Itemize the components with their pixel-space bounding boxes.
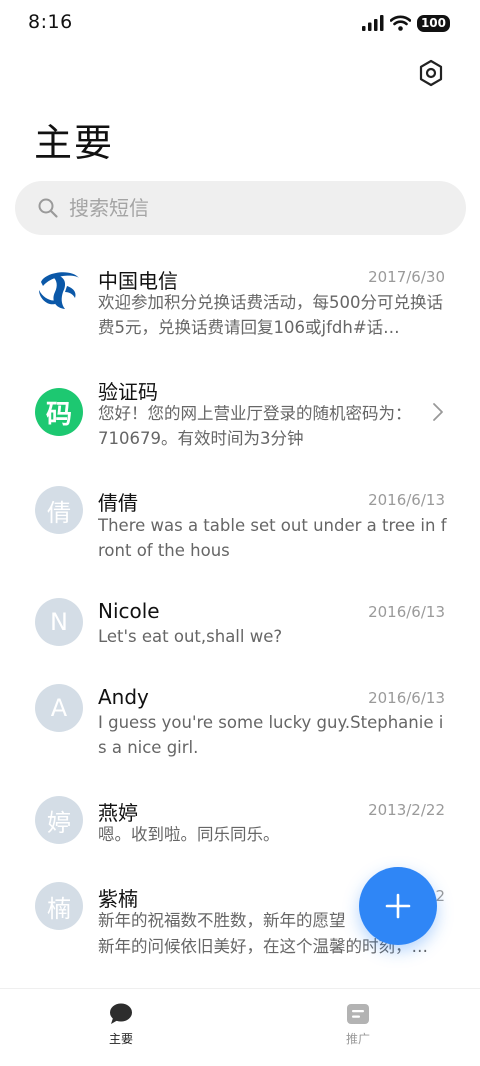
conversation-date: 2016/6/13	[368, 689, 445, 707]
conversation-preview: 嗯。收到啦。同乐同乐。	[98, 825, 280, 844]
settings-hexagon-icon	[419, 59, 443, 87]
conversation-item[interactable]: 码 验证码 您好！您的网上营业厅登录的随机密码为：710679。有效时间为3分钟	[0, 362, 480, 462]
battery-indicator: 100	[416, 14, 450, 32]
conversation-preview: I guess you're some lucky guy.Stephanie …	[98, 713, 444, 757]
chevron-right-icon[interactable]	[432, 402, 444, 422]
conversation-preview: Let's eat out,shall we?	[98, 627, 283, 646]
page-title: 主要	[34, 121, 115, 165]
plus-icon	[385, 893, 411, 919]
status-time: 8:16	[28, 11, 73, 33]
bottom-nav: 主要 推广	[0, 988, 480, 1066]
avatar: 码	[35, 388, 83, 436]
status-icons: 100	[361, 13, 450, 33]
conversation-item[interactable]: N Nicole 2016/6/13 Let's eat out,shall w…	[0, 586, 480, 661]
compose-button[interactable]	[359, 867, 437, 945]
search-bar[interactable]	[15, 181, 466, 235]
search-icon	[38, 198, 58, 218]
conversation-item[interactable]: 婷 燕婷 2013/2/22 嗯。收到啦。同乐同乐。	[0, 784, 480, 859]
conversation-date: 2017/6/30	[368, 268, 445, 286]
avatar: A	[35, 684, 83, 732]
avatar: N	[35, 598, 83, 646]
status-bar: 8:16 100	[0, 0, 480, 46]
conversation-name: Andy	[98, 685, 149, 709]
telecom-logo-icon	[36, 265, 82, 311]
search-input[interactable]	[69, 196, 429, 220]
avatar: 楠	[35, 882, 83, 930]
conversation-name: Nicole	[98, 599, 160, 623]
conversation-date: 2013/2/22	[368, 801, 445, 819]
wifi-icon	[389, 15, 411, 31]
chat-bubble-icon	[110, 1003, 132, 1024]
signal-icon	[361, 15, 384, 31]
avatar: 婷	[35, 796, 83, 844]
tab-main[interactable]: 主要	[81, 1003, 161, 1047]
conversation-item[interactable]: 倩 倩倩 2016/6/13 There was a table set out…	[0, 474, 480, 574]
conversation-preview: There was a table set out under a tree i…	[98, 516, 447, 560]
conversation-name: 倩倩	[98, 491, 138, 515]
conversation-date: 2016/6/13	[368, 603, 445, 621]
tab-promotion[interactable]: 推广	[318, 1003, 398, 1047]
settings-button[interactable]	[414, 56, 448, 90]
conversation-item[interactable]: 中国电信 2017/6/30 欢迎参加积分兑换话费活动，每500分可兑换话费5元…	[0, 250, 480, 350]
conversation-date: 2016/6/13	[368, 491, 445, 509]
avatar: 倩	[35, 486, 83, 534]
promotion-card-icon	[347, 1004, 369, 1024]
conversation-preview: 欢迎参加积分兑换话费活动，每500分可兑换话费5元，兑换话费请回复106或jfd…	[98, 293, 443, 337]
tab-promotion-label: 推广	[345, 1032, 370, 1046]
telecom-logo-avatar	[35, 264, 83, 312]
conversation-preview: 您好！您的网上营业厅登录的随机密码为：710679。有效时间为3分钟	[98, 404, 412, 448]
conversation-item[interactable]: A Andy 2016/6/13 I guess you're some luc…	[0, 672, 480, 772]
tab-main-label: 主要	[108, 1032, 133, 1046]
